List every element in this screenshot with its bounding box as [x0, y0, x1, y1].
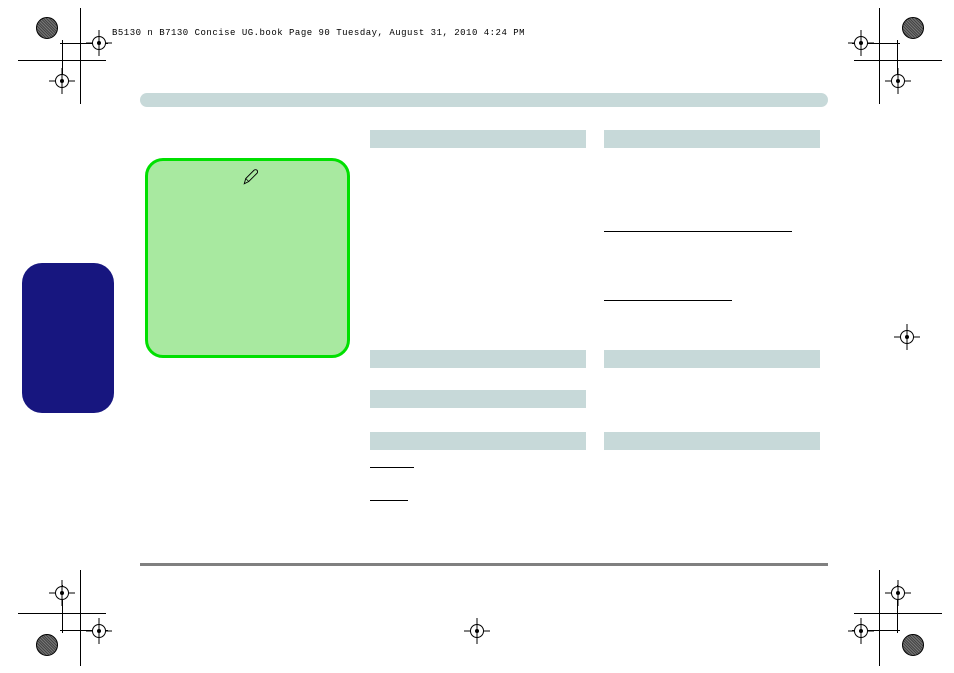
text-underline: [370, 500, 408, 501]
crop-line: [879, 8, 880, 104]
column2-heading-bar: [604, 130, 820, 148]
footer-rule: [140, 563, 828, 566]
registration-mark-icon: [889, 584, 907, 602]
text-underline: [604, 300, 732, 301]
text-underline: [604, 231, 792, 232]
registration-mark-icon: [468, 622, 486, 640]
column2-subheading-bar: [604, 350, 820, 368]
registration-mark-icon: [889, 72, 907, 90]
registration-mark-icon: [90, 34, 108, 52]
note-callout-box: [145, 158, 350, 358]
column1-subheading-bar: [370, 432, 586, 450]
column1-heading-bar: [370, 130, 586, 148]
registration-mark-icon: [852, 622, 870, 640]
chapter-side-tab: [22, 263, 114, 413]
text-underline: [370, 467, 414, 468]
halftone-circle-icon: [902, 17, 924, 39]
halftone-circle-icon: [36, 634, 58, 656]
crop-line: [18, 613, 106, 614]
crop-line: [854, 60, 942, 61]
crop-line: [854, 613, 942, 614]
registration-mark-icon: [852, 34, 870, 52]
registration-mark-icon: [898, 328, 916, 346]
crop-line: [80, 570, 81, 666]
document-header-meta: B5130 n B7130 Concise UG.book Page 90 Tu…: [112, 28, 525, 38]
registration-mark-icon: [53, 584, 71, 602]
crop-line: [18, 60, 106, 61]
column1-subheading-bar: [370, 350, 586, 368]
registration-mark-icon: [53, 72, 71, 90]
crop-line: [879, 570, 880, 666]
halftone-circle-icon: [902, 634, 924, 656]
section-title-bar: [140, 93, 828, 107]
registration-mark-icon: [90, 622, 108, 640]
halftone-circle-icon: [36, 17, 58, 39]
crop-line: [80, 8, 81, 104]
pen-icon: [242, 168, 260, 186]
column2-subheading-bar: [604, 432, 820, 450]
column1-subheading-bar: [370, 390, 586, 408]
